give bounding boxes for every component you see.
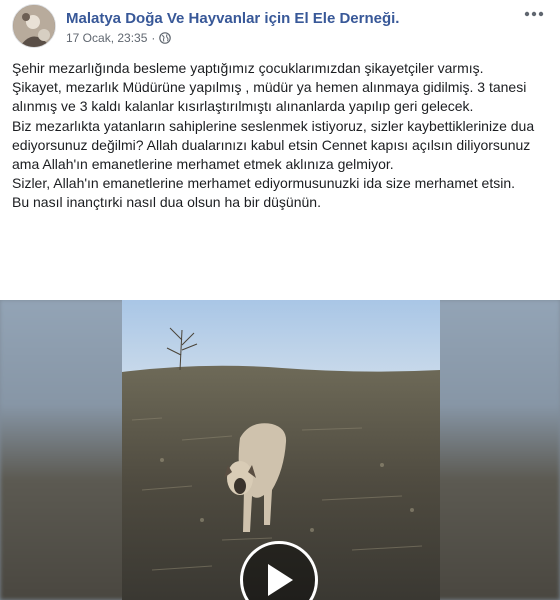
post-text-line: Şikayet, mezarlık Müdürüne yapılmış , mü… bbox=[12, 79, 527, 115]
video-player[interactable] bbox=[0, 300, 560, 600]
meta-separator: · bbox=[151, 31, 156, 45]
post-text-line: Şehir mezarlığında besleme yaptığımız ço… bbox=[12, 60, 484, 76]
post-body: Şehir mezarlığında besleme yaptığımız ço… bbox=[12, 59, 548, 213]
post-timestamp[interactable]: 17 Ocak, 23:35 bbox=[66, 31, 147, 45]
more-options-icon bbox=[524, 11, 544, 17]
page-name-link[interactable]: Malatya Doğa Ve Hayvanlar için El Ele De… bbox=[66, 10, 399, 27]
post-text-line: Biz mezarlıkta yatanların sahiplerine se… bbox=[12, 117, 535, 173]
more-options-button[interactable] bbox=[522, 4, 546, 24]
play-icon bbox=[268, 564, 293, 596]
post-text-line: Bu nasıl inançtırki nasıl dua olsun ha b… bbox=[12, 194, 321, 211]
globe-icon[interactable] bbox=[159, 32, 172, 44]
page-avatar[interactable] bbox=[12, 4, 56, 48]
avatar-image bbox=[13, 5, 55, 47]
post-meta: 17 Ocak, 23:35 · bbox=[66, 31, 172, 45]
post-header: Malatya Doğa Ve Hayvanlar için El Ele De… bbox=[12, 4, 548, 50]
post-text-line: Sizler, Allah'ın emanetlerine merhamet e… bbox=[12, 175, 516, 192]
